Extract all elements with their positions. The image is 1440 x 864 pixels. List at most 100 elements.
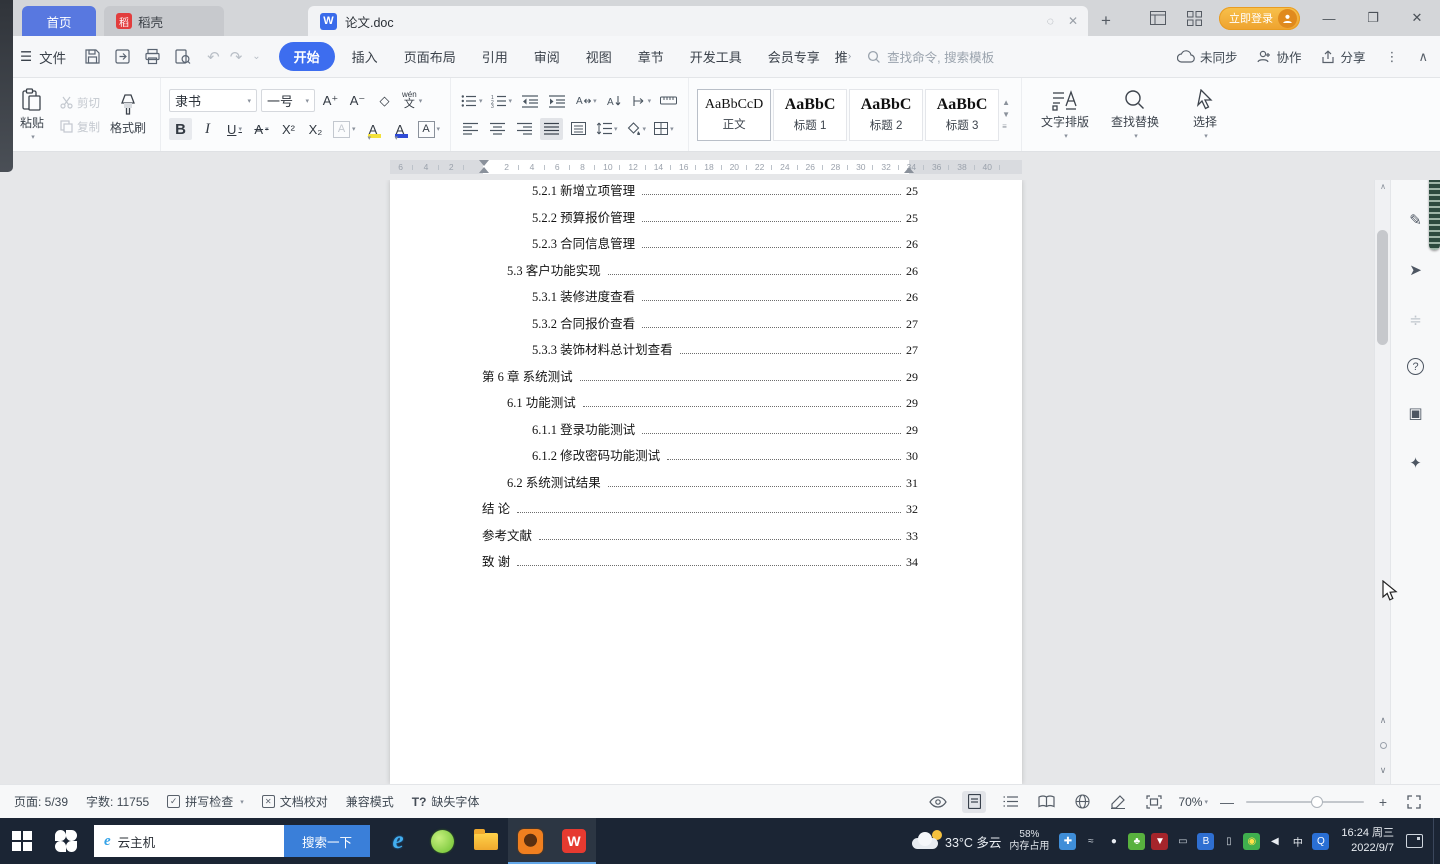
adjust-sliders-icon[interactable]: ≑: [1404, 308, 1428, 332]
ribbon-tab[interactable]: 插入: [339, 42, 391, 71]
cut-button[interactable]: 剪切: [60, 95, 100, 111]
compat-mode-indicator[interactable]: 兼容模式: [346, 793, 394, 810]
increase-font-icon[interactable]: A⁺: [319, 90, 342, 112]
fit-page-icon[interactable]: [1142, 791, 1166, 813]
zoom-slider-knob[interactable]: [1310, 795, 1323, 808]
ribbon-tab-more[interactable]: 推 ›: [833, 42, 853, 71]
zoom-level[interactable]: 70%: [1178, 795, 1208, 809]
pinyin-guide-icon[interactable]: wén 文: [400, 90, 424, 112]
ie-browser-icon[interactable]: e: [376, 818, 420, 864]
style-item[interactable]: AaBbC 标题 1: [773, 88, 848, 141]
increase-indent-button[interactable]: [545, 90, 568, 112]
phone-link-icon[interactable]: ▯: [1220, 833, 1237, 850]
outline-view-icon[interactable]: [998, 791, 1022, 813]
subscript-button[interactable]: X₂: [304, 118, 327, 140]
text-layout-button[interactable]: 文字排版: [1030, 89, 1100, 140]
toc-entry[interactable]: 5.2.1 新增立项管理 25: [390, 180, 918, 207]
command-search[interactable]: 查找命令, 搜索模板: [867, 47, 1037, 66]
zoom-in-button[interactable]: +: [1376, 794, 1390, 810]
tab-document[interactable]: W 论文.doc ◌ ✕: [308, 6, 1088, 36]
read-mode-icon[interactable]: [1034, 791, 1058, 813]
search-go-button[interactable]: 搜索一下: [284, 825, 370, 857]
justify-button[interactable]: [540, 117, 564, 140]
zoom-slider[interactable]: [1246, 795, 1364, 808]
more-options-icon[interactable]: ⋮: [1385, 49, 1398, 65]
browser-globe-icon[interactable]: ◉: [1243, 832, 1261, 850]
toc-entry[interactable]: 5.3.3 装饰材料总计划查看 27: [390, 339, 918, 366]
share-button[interactable]: 分享: [1321, 47, 1365, 66]
toc-entry[interactable]: 结 论 32: [390, 498, 918, 525]
style-item[interactable]: AaBbCcD 正文: [697, 88, 772, 141]
toc-entry[interactable]: 5.3.2 合同报价查看 27: [390, 313, 918, 340]
sync-status[interactable]: 未同步: [1176, 47, 1237, 66]
font-size-select[interactable]: 一号: [261, 89, 315, 112]
minimize-button[interactable]: —: [1314, 11, 1344, 26]
wifi-icon[interactable]: ≈: [1082, 833, 1099, 850]
undo-icon[interactable]: ↶: [207, 48, 220, 66]
wps-taskbar-icon[interactable]: W: [552, 818, 596, 864]
close-button[interactable]: ✕: [1402, 10, 1432, 26]
wine-app-icon[interactable]: ▼: [1151, 832, 1169, 850]
missing-font-button[interactable]: T? 缺失字体: [412, 793, 480, 810]
input-q-icon[interactable]: Q: [1312, 832, 1330, 850]
char-border-button[interactable]: A: [416, 118, 443, 140]
screenshot-ocr-icon[interactable]: ▣: [1404, 401, 1428, 425]
distribute-button[interactable]: [567, 118, 590, 140]
tab-ruler-button[interactable]: [657, 90, 680, 112]
restore-button[interactable]: ❐: [1358, 10, 1388, 26]
page-indicator[interactable]: 页面: 5/39: [14, 793, 68, 810]
action-center-icon[interactable]: [1406, 834, 1423, 848]
weather-widget[interactable]: 33°C 多云: [910, 830, 1001, 851]
document-page[interactable]: 5.2.1 新增立项管理 25 5.2.2 预算报价管理 25 5.2.3 合同…: [390, 180, 1022, 784]
tab-close-icon[interactable]: ✕: [1068, 14, 1078, 28]
history-chevron-icon[interactable]: ⌄: [252, 51, 260, 62]
scrollbar-thumb[interactable]: [1377, 230, 1388, 345]
security-shield-icon[interactable]: ✚: [1059, 832, 1077, 850]
save-icon[interactable]: [84, 48, 101, 65]
bluetooth-icon[interactable]: B: [1197, 832, 1215, 850]
style-item[interactable]: AaBbC 标题 2: [849, 88, 924, 141]
line-spacing-button[interactable]: [594, 118, 620, 140]
web-view-icon[interactable]: [1070, 791, 1094, 813]
toc-entry[interactable]: 6.1 功能测试 29: [390, 392, 918, 419]
toc-entry[interactable]: 5.3.1 装修进度查看 26: [390, 286, 918, 313]
style-scroll-down-icon[interactable]: ▼: [1002, 110, 1010, 119]
font-color-button[interactable]: A: [389, 118, 412, 140]
taskbar-search[interactable]: e 云主机 搜索一下: [94, 825, 370, 857]
bullet-list-button[interactable]: [459, 90, 485, 112]
file-explorer-icon[interactable]: [464, 818, 508, 864]
taskbar-clock[interactable]: 16:24 周三 2022/9/7: [1341, 826, 1394, 856]
toc-entry[interactable]: 致 谢 34: [390, 551, 918, 578]
italic-button[interactable]: I: [196, 118, 219, 140]
toc-entry[interactable]: 6.1.2 修改密码功能测试 30: [390, 445, 918, 472]
align-center-button[interactable]: [486, 118, 509, 140]
select-button[interactable]: 选择: [1170, 89, 1240, 140]
leaf-icon[interactable]: ♣: [1128, 832, 1146, 850]
bell-icon[interactable]: ●: [1105, 833, 1122, 850]
orange-app-icon[interactable]: [508, 818, 552, 864]
start-button[interactable]: [0, 818, 44, 864]
login-button[interactable]: 立即登录: [1219, 6, 1300, 30]
tab-home-ribbon[interactable]: 开始: [278, 42, 335, 71]
workspace-icon[interactable]: [1147, 11, 1169, 25]
paste-button[interactable]: 粘贴: [8, 88, 56, 141]
circled-char-button[interactable]: A: [331, 118, 358, 140]
collapse-ribbon-icon[interactable]: ∧: [1418, 49, 1428, 65]
clear-format-icon[interactable]: ◇: [373, 90, 396, 112]
ribbon-tab[interactable]: 视图: [573, 42, 625, 71]
toc-entry[interactable]: 5.3 客户功能实现 26: [390, 260, 918, 287]
file-menu[interactable]: ☰ 文件: [20, 47, 66, 67]
style-more-icon[interactable]: ≡: [1002, 122, 1010, 131]
vertical-scrollbar[interactable]: ∧ ∧ ∨: [1374, 180, 1390, 784]
decrease-indent-button[interactable]: [518, 90, 541, 112]
copy-button[interactable]: 复制: [60, 119, 100, 135]
toc-entry[interactable]: 5.2.2 预算报价管理 25: [390, 207, 918, 234]
edit-pen-icon[interactable]: ✎: [1404, 208, 1428, 232]
align-right-button[interactable]: [513, 118, 536, 140]
memory-usage-widget[interactable]: 58% 内存占用: [1009, 829, 1049, 854]
decrease-font-icon[interactable]: A⁻: [346, 90, 369, 112]
tab-home[interactable]: 首页: [22, 6, 96, 36]
export-icon[interactable]: [114, 48, 131, 65]
sort-button[interactable]: A: [603, 90, 626, 112]
skill-tips-icon[interactable]: ✦: [1404, 451, 1428, 475]
